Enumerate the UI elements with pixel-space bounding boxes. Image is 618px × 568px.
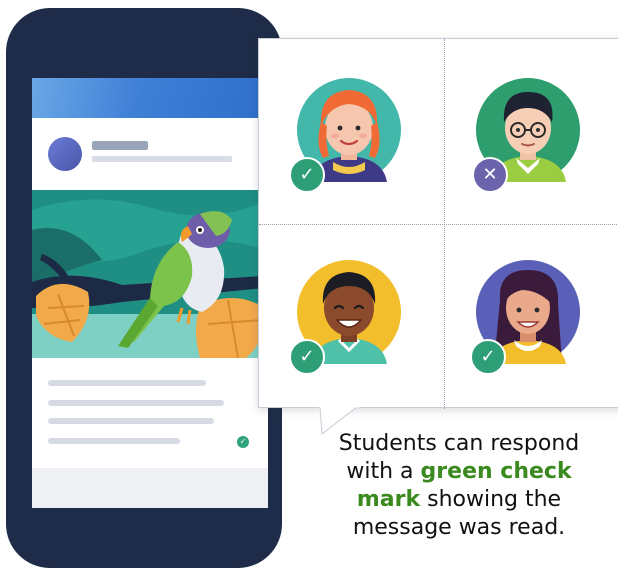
text-line-placeholder [48, 438, 180, 444]
caption-line: with a green check [300, 458, 618, 486]
read-receipt-callout: ✓ ✕ ✓ ✓ [258, 38, 618, 409]
caption-line-2-prefix: with a [346, 459, 421, 484]
screen-footer [32, 468, 268, 508]
author-name-placeholder [92, 141, 148, 150]
caption-line-3-suffix: showing the [420, 487, 562, 512]
student-response-card: ✓ [444, 224, 618, 409]
check-icon: ✓ [289, 157, 325, 193]
app-header-bar [32, 78, 268, 118]
student-response-card: ✓ [259, 224, 444, 409]
caption-text: Students can respond with a green check … [300, 430, 618, 542]
caption-emphasis: mark [356, 487, 421, 512]
text-line-placeholder [48, 418, 214, 424]
caption-line-4: message was read. [352, 515, 566, 540]
phone-illustration: ✓ [6, 8, 282, 568]
check-icon: ✓ [289, 339, 325, 375]
caption-line: mark showing the [300, 486, 618, 514]
parrot-image [32, 190, 268, 358]
caption-line-1: Students can respond [338, 431, 580, 456]
check-icon: ✓ [237, 436, 249, 448]
check-icon: ✓ [470, 339, 506, 375]
caption-line: message was read. [300, 514, 618, 542]
author-avatar [48, 137, 82, 171]
student-response-card: ✕ [444, 39, 618, 224]
text-line-placeholder [48, 380, 206, 386]
student-response-card: ✓ [259, 39, 444, 224]
illustration: ✓ ✓ ✕ ✓ ✓ Students can respond with a gr… [0, 0, 618, 568]
caption-emphasis: green check [420, 459, 572, 484]
text-line-placeholder [48, 400, 224, 406]
caption-line: Students can respond [300, 430, 618, 458]
post-card: ✓ [32, 118, 268, 468]
post-meta-placeholder [92, 156, 232, 162]
cross-icon: ✕ [472, 157, 508, 193]
phone-screen: ✓ [32, 78, 268, 508]
